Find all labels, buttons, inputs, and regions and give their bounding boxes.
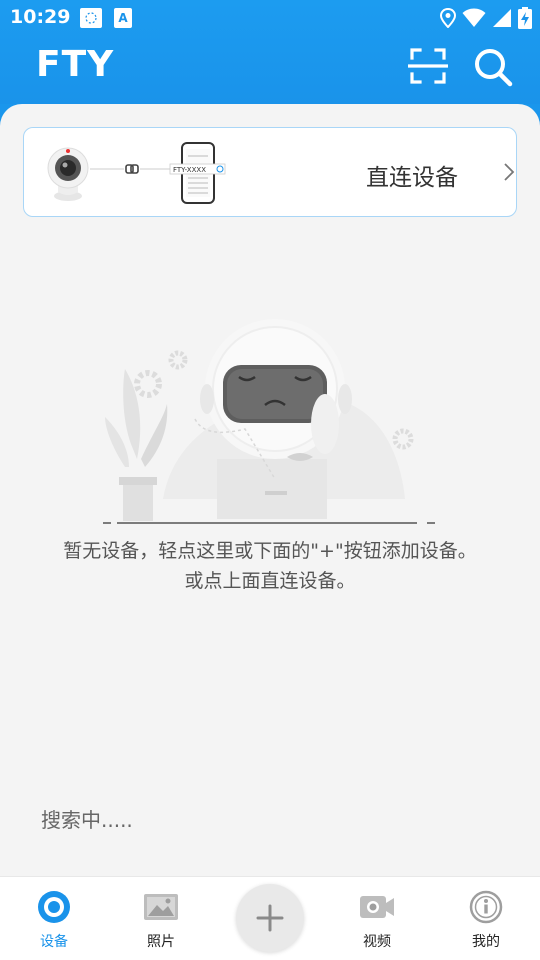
camera-icon	[38, 891, 70, 923]
add-device-button[interactable]	[236, 884, 304, 952]
tab-devices-label: 设备	[40, 934, 68, 950]
direct-connect-label: 直连设备	[366, 165, 458, 191]
tab-devices[interactable]: 设备	[19, 885, 89, 955]
app-header: 10:29 A FTY	[0, 0, 540, 104]
tab-videos[interactable]: 视频	[342, 885, 412, 955]
tab-videos-label: 视频	[363, 934, 391, 950]
chevron-right-icon	[504, 163, 515, 181]
wifi-icon	[462, 8, 486, 27]
tab-mine-label: 我的	[472, 934, 500, 950]
scan-icon[interactable]	[408, 46, 448, 86]
tab-photos[interactable]: 照片	[126, 885, 196, 955]
direct-connect-card[interactable]: FTY-XXXX 直连设备	[23, 127, 517, 217]
info-icon	[469, 890, 503, 924]
video-icon	[360, 896, 394, 918]
notification-a-icon: A	[114, 8, 132, 28]
tab-mine[interactable]: 我的	[451, 885, 521, 955]
photo-icon	[144, 894, 178, 920]
searching-status: 搜索中.....	[41, 808, 133, 832]
empty-state-line1: 暂无设备，轻点这里或下面的"+"按钮添加设备。	[63, 540, 477, 562]
empty-state-message[interactable]: 暂无设备，轻点这里或下面的"+"按钮添加设备。 或点上面直连设备。	[0, 536, 540, 596]
status-bar: 10:29 A	[0, 0, 540, 36]
phone-caption: FTY-XXXX	[173, 166, 206, 174]
status-icons	[440, 7, 532, 29]
search-icon[interactable]	[472, 46, 514, 88]
battery-charging-icon	[518, 7, 532, 29]
direct-connect-illustration: FTY-XXXX	[47, 142, 226, 204]
plus-icon	[256, 904, 284, 932]
empty-robot-illustration	[103, 319, 435, 524]
status-time: 10:29	[10, 6, 71, 28]
tab-photos-label: 照片	[147, 934, 175, 950]
notification-image-icon	[80, 8, 102, 28]
empty-state-line2: 或点上面直连设备。	[184, 570, 356, 592]
main-content: FTY-XXXX 直连设备 暂无设备，轻点这里或下面的"+"按钮添加设备。 或点…	[0, 104, 540, 876]
location-icon	[440, 8, 456, 28]
signal-icon	[493, 9, 511, 27]
app-title: FTY	[36, 44, 115, 85]
